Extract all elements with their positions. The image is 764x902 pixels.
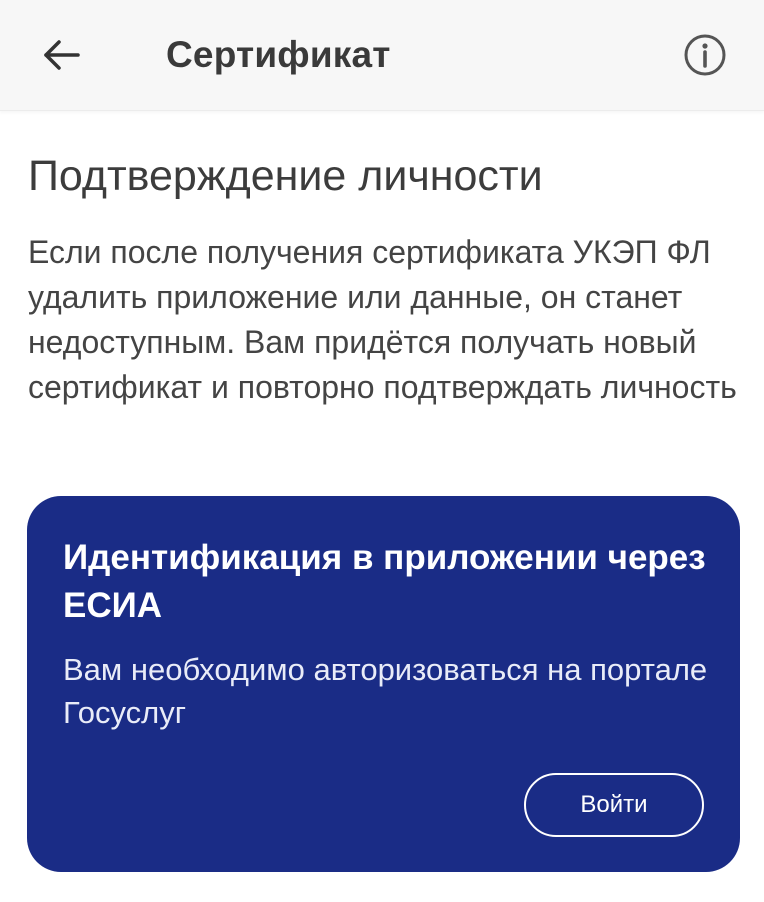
card-title: Идентификация в приложении через ЕСИА [63,538,706,625]
section-heading: Подтверждение личности [28,152,543,200]
back-button[interactable] [34,30,90,80]
app-bar: Сертификат [0,0,764,111]
section-description: Если после получения сертификата УКЭП ФЛ… [28,234,737,405]
arrow-left-icon [44,40,80,70]
info-button[interactable] [680,30,730,80]
info-circle-icon [684,34,726,76]
esia-identification-card: Идентификация в приложении через ЕСИА Ва… [27,496,740,872]
card-description: Вам необходимо авторизоваться на портале… [63,652,708,730]
page-title: Сертификат [166,34,391,75]
login-button[interactable]: Войти [524,773,704,837]
